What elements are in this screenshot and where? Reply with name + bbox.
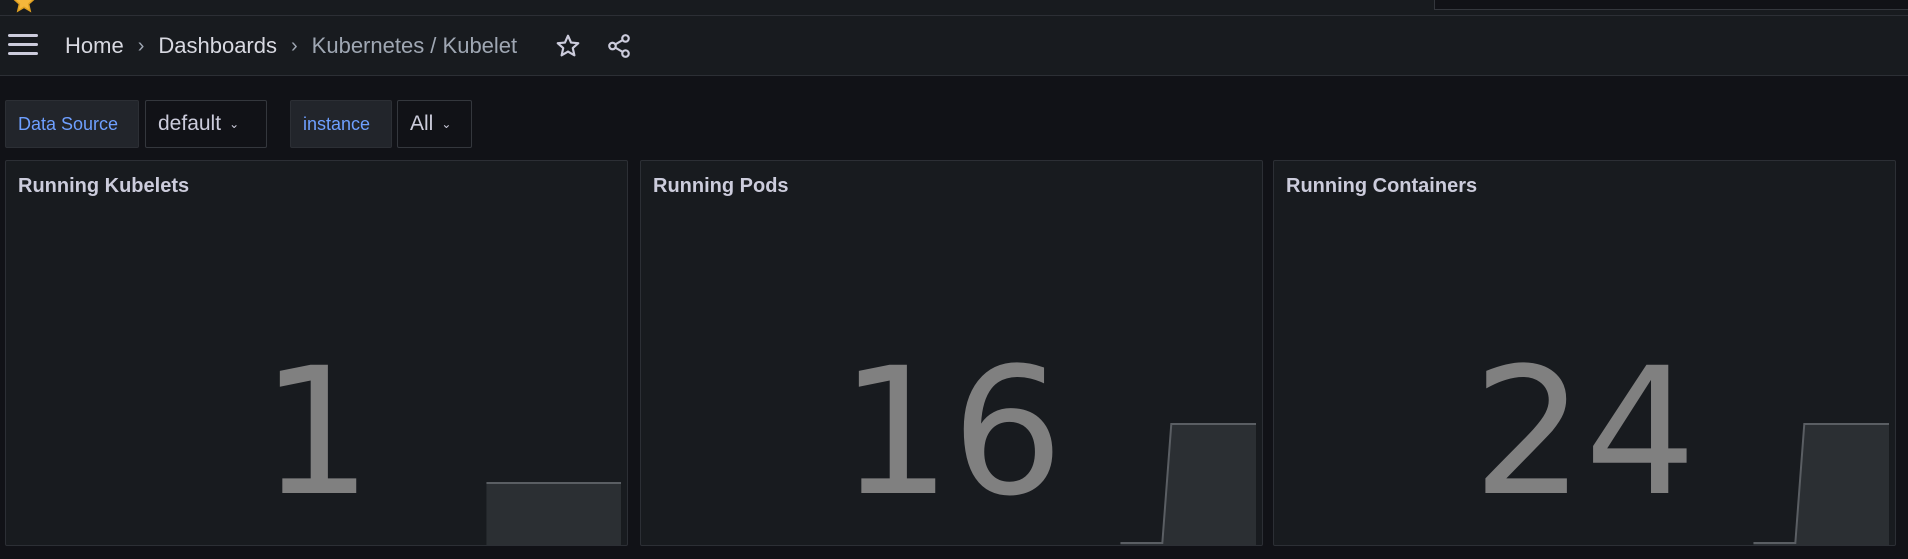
star-logo-icon bbox=[13, 0, 35, 13]
share-icon[interactable] bbox=[606, 33, 632, 59]
top-search-box[interactable] bbox=[1434, 0, 1908, 10]
panel-running-pods[interactable]: Running Pods 16 bbox=[640, 160, 1263, 546]
data-source-value: default bbox=[158, 112, 222, 135]
hamburger-menu-icon[interactable] bbox=[8, 34, 38, 58]
stat-value: 16 bbox=[839, 330, 1064, 535]
navbar: Home › Dashboards › Kubernetes / Kubelet bbox=[0, 16, 1908, 76]
chevron-down-icon: ⌄ bbox=[441, 117, 452, 132]
breadcrumb-separator: › bbox=[291, 35, 298, 57]
stat-value: 1 bbox=[260, 330, 373, 535]
breadcrumb-home[interactable]: Home bbox=[65, 33, 124, 59]
instance-value: All bbox=[410, 112, 434, 135]
breadcrumb: Home › Dashboards › Kubernetes / Kubelet bbox=[65, 33, 517, 59]
data-source-select[interactable]: default ⌄ bbox=[145, 100, 267, 148]
stat-value: 24 bbox=[1472, 330, 1697, 535]
variable-label-instance: instance bbox=[290, 100, 392, 148]
panel-running-kubelets[interactable]: Running Kubelets 1 bbox=[5, 160, 628, 546]
instance-select[interactable]: All ⌄ bbox=[397, 100, 472, 148]
breadcrumb-current-dashboard: Kubernetes / Kubelet bbox=[311, 33, 518, 58]
breadcrumb-dashboards[interactable]: Dashboards bbox=[158, 33, 277, 59]
breadcrumb-separator: › bbox=[137, 35, 145, 57]
variable-label-data-source: Data Source bbox=[5, 100, 139, 148]
panel-running-containers[interactable]: Running Containers 24 bbox=[1273, 160, 1896, 546]
star-icon[interactable] bbox=[555, 33, 581, 59]
top-strip bbox=[0, 0, 1908, 16]
chevron-down-icon: ⌄ bbox=[229, 117, 240, 132]
